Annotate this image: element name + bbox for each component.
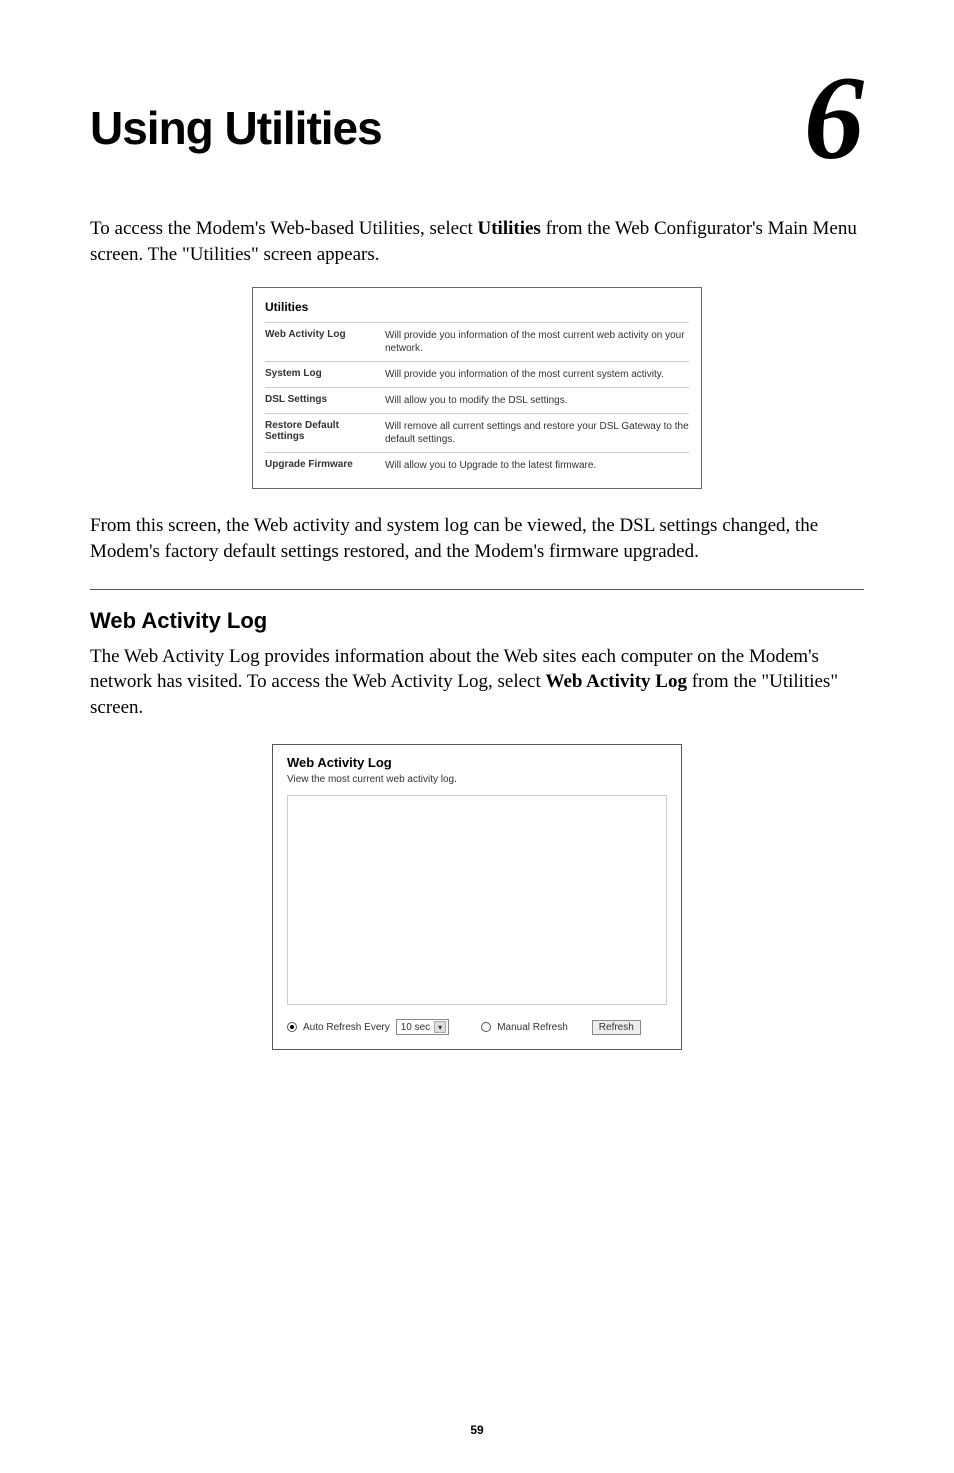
chapter-number: 6 — [804, 70, 864, 166]
table-row: Web Activity Log Will provide you inform… — [265, 322, 689, 361]
intro-paragraph: To access the Modem's Web-based Utilitie… — [90, 216, 864, 267]
row-label: Web Activity Log — [265, 329, 385, 355]
chapter-header: Using Utilities 6 — [90, 90, 864, 166]
table-row: DSL Settings Will allow you to modify th… — [265, 387, 689, 413]
mid-paragraph: From this screen, the Web activity and s… — [90, 513, 864, 564]
row-desc: Will provide you information of the most… — [385, 368, 689, 381]
intro-bold: Utilities — [478, 218, 541, 239]
auto-refresh-radio[interactable] — [287, 1022, 297, 1032]
row-label: Restore Default Settings — [265, 420, 385, 446]
intro-prefix: To access the Modem's Web-based Utilitie… — [90, 218, 478, 239]
row-desc: Will remove all current settings and res… — [385, 420, 689, 446]
wal-subtitle: View the most current web activity log. — [287, 774, 667, 785]
row-desc: Will allow you to modify the DSL setting… — [385, 394, 689, 407]
chevron-down-icon: ▾ — [434, 1021, 446, 1033]
wal-log-area — [287, 795, 667, 1005]
refresh-button[interactable]: Refresh — [592, 1020, 641, 1035]
row-label: System Log — [265, 368, 385, 381]
select-value: 10 sec — [401, 1022, 430, 1033]
manual-refresh-radio[interactable] — [481, 1022, 491, 1032]
section-heading: Web Activity Log — [90, 608, 864, 634]
section-bold: Web Activity Log — [546, 671, 687, 692]
utilities-heading: Utilities — [265, 296, 689, 322]
refresh-interval-select[interactable]: 10 sec ▾ — [396, 1019, 449, 1035]
chapter-title: Using Utilities — [90, 101, 382, 155]
manual-refresh-label: Manual Refresh — [497, 1022, 568, 1033]
auto-refresh-label: Auto Refresh Every — [303, 1022, 390, 1033]
page-number: 59 — [0, 1423, 954, 1437]
utilities-screenshot: Utilities Web Activity Log Will provide … — [252, 287, 702, 489]
section-paragraph: The Web Activity Log provides informatio… — [90, 644, 864, 721]
row-label: Upgrade Firmware — [265, 459, 385, 472]
row-desc: Will allow you to Upgrade to the latest … — [385, 459, 689, 472]
web-activity-log-screenshot: Web Activity Log View the most current w… — [272, 744, 682, 1050]
row-desc: Will provide you information of the most… — [385, 329, 689, 355]
wal-title: Web Activity Log — [287, 755, 667, 770]
section-divider — [90, 589, 864, 590]
row-label: DSL Settings — [265, 394, 385, 407]
wal-controls: Auto Refresh Every 10 sec ▾ Manual Refre… — [287, 1019, 667, 1035]
table-row: Upgrade Firmware Will allow you to Upgra… — [265, 452, 689, 478]
table-row: Restore Default Settings Will remove all… — [265, 413, 689, 452]
table-row: System Log Will provide you information … — [265, 361, 689, 387]
